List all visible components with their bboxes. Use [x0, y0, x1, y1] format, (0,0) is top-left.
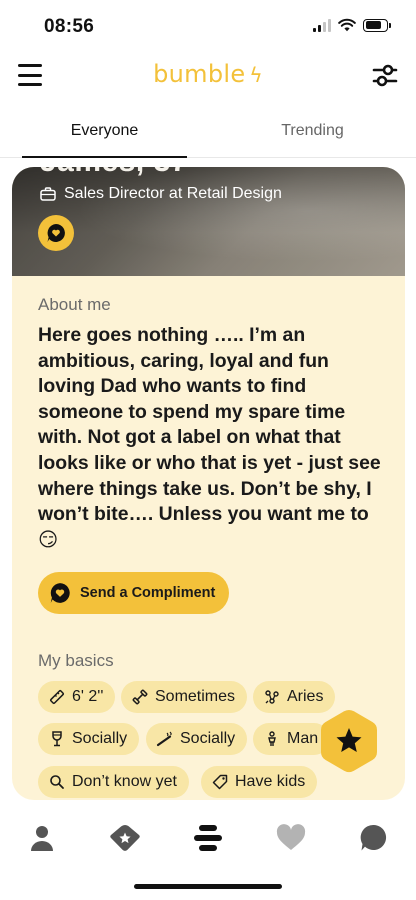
basic-chip-exercise: Sometimes: [121, 681, 248, 713]
profile-card[interactable]: James, 37 Sales Director at Retail Desig…: [12, 167, 405, 800]
status-time: 08:56: [44, 16, 95, 37]
bumble-logo: bumble ϟ: [0, 60, 416, 88]
chat-icon: [360, 824, 387, 851]
photo-overlay: [12, 167, 405, 276]
job-row: Sales Director at Retail Design: [40, 185, 282, 203]
nav-profile[interactable]: [22, 822, 62, 854]
tab-trending[interactable]: Trending: [230, 122, 395, 140]
about-me-text: Here goes nothing ….. I’m an ambitious, …: [38, 324, 381, 551]
compliment-badge-button[interactable]: [38, 215, 74, 251]
profile-name: James, 37: [40, 167, 188, 179]
bottom-nav: [0, 808, 416, 868]
wifi-icon: [338, 18, 356, 32]
about-me-heading: About me: [38, 295, 111, 314]
basic-chip-label: Aries: [287, 688, 324, 705]
basic-chip-drinking: Socially: [38, 723, 140, 755]
basic-chip-kids: Have kids: [201, 766, 318, 798]
briefcase-icon: [40, 187, 56, 201]
wine-glass-icon: [52, 731, 62, 747]
home-indicator: [134, 884, 282, 889]
dumbbell-icon: [132, 689, 148, 705]
battery-icon: [363, 18, 391, 32]
basic-chip-label: Have kids: [235, 773, 306, 790]
likes-heart-icon: [276, 824, 306, 850]
screen: 08:56 bumble ϟ Everyone Trending Sales D…: [0, 0, 416, 900]
basic-chip-height: 6' 2'': [38, 681, 116, 713]
basic-chip-looking-for: Don’t know yet: [38, 766, 189, 798]
zodiac-icon: [265, 690, 279, 704]
feed-tabs: Everyone Trending: [0, 112, 416, 158]
ruler-icon: [50, 690, 64, 704]
discover-icon: [194, 825, 222, 851]
basic-chip-label: Socially: [180, 730, 236, 747]
basic-chip-label: Sometimes: [155, 688, 236, 705]
basic-chip-label: Man: [287, 730, 319, 747]
status-icons: [313, 18, 391, 32]
my-basics-heading: My basics: [38, 651, 114, 670]
tag-icon: [212, 774, 228, 790]
basic-chip-label: Socially: [72, 730, 128, 747]
basic-chip-label: 6' 2'': [72, 688, 104, 705]
send-compliment-button[interactable]: Send a Compliment: [38, 572, 230, 614]
profile-photo[interactable]: James, 37 Sales Director at Retail Desig…: [12, 167, 405, 276]
top-bar: bumble ϟ: [0, 52, 416, 100]
tab-everyone[interactable]: Everyone: [22, 122, 187, 140]
premium-diamond-icon: [110, 825, 140, 851]
basic-chip-smoking: Socially: [146, 723, 248, 755]
nav-discover[interactable]: [188, 822, 228, 854]
filter-sliders-icon[interactable]: [372, 62, 398, 88]
job-title: Sales Director at Retail Design: [64, 185, 282, 202]
send-compliment-label: Send a Compliment: [80, 585, 216, 601]
search-icon: [50, 775, 64, 789]
nav-likes[interactable]: [271, 822, 311, 854]
bolt-icon: ϟ: [249, 63, 263, 87]
logo-text: bumble: [153, 60, 246, 88]
nav-chat[interactable]: [354, 822, 394, 854]
active-tab-indicator: [22, 156, 187, 158]
gender-icon: [268, 731, 276, 746]
chat-bubble-icon: [47, 224, 65, 242]
signal-icon: [313, 18, 331, 32]
superswipe-star-button[interactable]: [318, 708, 380, 774]
profile-icon: [31, 826, 53, 851]
basic-chip-label: Don’t know yet: [72, 773, 177, 790]
compliment-icon: [50, 583, 70, 603]
cigarette-icon: [156, 731, 172, 747]
nav-premium[interactable]: [105, 822, 145, 854]
status-bar: 08:56: [0, 0, 416, 48]
